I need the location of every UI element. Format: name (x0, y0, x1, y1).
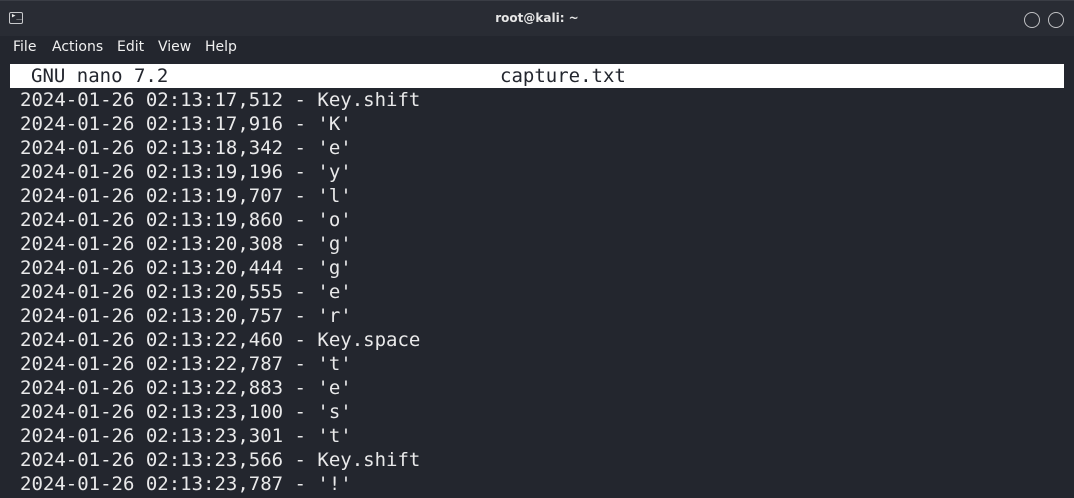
text-line: 2024-01-26 02:13:20,444 - 'g' (20, 257, 352, 279)
menu-bar: File Actions Edit View Help (0, 36, 1074, 58)
text-line: 2024-01-26 02:13:19,196 - 'y' (20, 161, 352, 183)
minimize-icon[interactable] (1024, 12, 1040, 28)
text-line: 2024-01-26 02:13:19,707 - 'l' (20, 185, 352, 207)
text-line: 2024-01-26 02:13:23,100 - 's' (20, 401, 352, 423)
menu-actions[interactable]: Actions (52, 39, 103, 55)
nano-filename: capture.txt (500, 65, 626, 87)
text-line: 2024-01-26 02:13:23,787 - '!' (20, 473, 352, 495)
text-line: 2024-01-26 02:13:19,860 - 'o' (20, 209, 352, 231)
close-icon[interactable] (1048, 12, 1064, 28)
text-line: 2024-01-26 02:13:18,342 - 'e' (20, 137, 352, 159)
text-line: 2024-01-26 02:13:17,916 - 'K' (20, 113, 352, 135)
text-line: 2024-01-26 02:13:20,308 - 'g' (20, 233, 352, 255)
text-line: 2024-01-26 02:13:23,301 - 't' (20, 425, 352, 447)
file-content[interactable]: 2024-01-26 02:13:17,512 - Key.shift 2024… (20, 88, 420, 496)
terminal-area[interactable]: GNU nano 7.2 capture.txt 2024-01-26 02:1… (0, 58, 1074, 498)
window-title: root@kali: ~ (495, 11, 579, 25)
menu-file[interactable]: File (13, 39, 36, 55)
nano-version: GNU nano 7.2 (31, 65, 169, 87)
text-line: 2024-01-26 02:13:20,555 - 'e' (20, 281, 352, 303)
text-line: 2024-01-26 02:13:22,460 - Key.space (20, 329, 421, 351)
title-bar[interactable]: ▸_ root@kali: ~ (0, 0, 1074, 36)
menu-help[interactable]: Help (205, 39, 237, 55)
text-line: 2024-01-26 02:13:22,883 - 'e' (20, 377, 352, 399)
menu-view[interactable]: View (158, 39, 191, 55)
text-line: 2024-01-26 02:13:17,512 - Key.shift (20, 89, 421, 111)
menu-edit[interactable]: Edit (117, 39, 144, 55)
text-line: 2024-01-26 02:13:22,787 - 't' (20, 353, 352, 375)
text-line: 2024-01-26 02:13:23,566 - Key.shift (20, 449, 421, 471)
terminal-window: ▸_ root@kali: ~ File Actions Edit View H… (0, 0, 1074, 498)
text-line: 2024-01-26 02:13:20,757 - 'r' (20, 305, 352, 327)
nano-title-bar: GNU nano 7.2 capture.txt (10, 64, 1064, 88)
